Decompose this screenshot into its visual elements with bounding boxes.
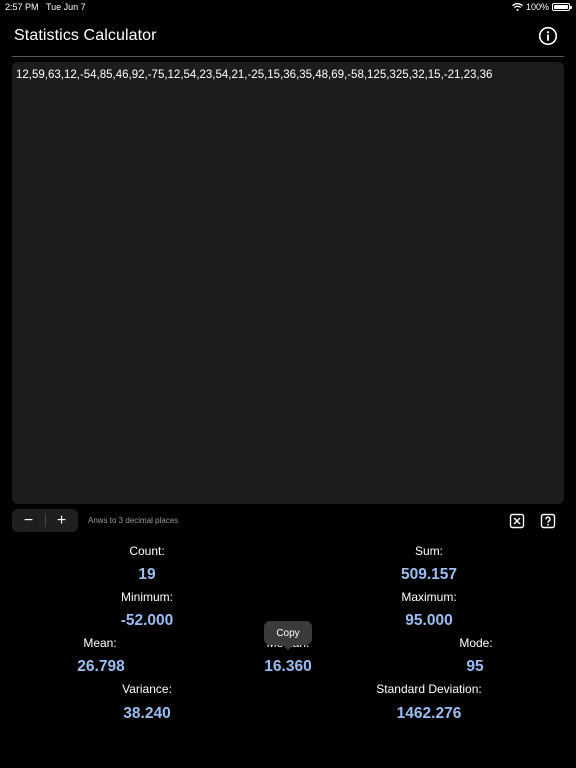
status-date: Tue Jun 7	[46, 2, 86, 12]
status-time: 2:57 PM	[5, 2, 39, 12]
mean-label: Mean:	[83, 636, 117, 650]
copy-tooltip[interactable]: Copy	[264, 621, 312, 645]
header-divider	[12, 56, 564, 57]
decrement-button[interactable]: −	[12, 509, 45, 532]
sum-value[interactable]: 509.157	[401, 566, 457, 584]
help-button[interactable]	[540, 513, 556, 529]
battery-level-fill	[554, 5, 568, 9]
info-button[interactable]	[538, 26, 558, 46]
variance-value[interactable]: 38.240	[123, 705, 170, 723]
maximum-value[interactable]: 95.000	[405, 612, 452, 630]
battery-icon	[552, 3, 572, 11]
battery-percent: 100%	[525, 2, 549, 12]
count-value[interactable]: 19	[138, 566, 155, 584]
page-title: Statistics Calculator	[14, 27, 157, 44]
info-icon	[538, 26, 558, 46]
mean-value[interactable]: 26.798	[77, 658, 124, 676]
question-icon	[540, 513, 556, 529]
status-bar: 2:57 PM Tue Jun 7 100%	[0, 0, 576, 14]
wifi-icon	[512, 3, 523, 11]
std-deviation-label: Standard Deviation:	[376, 682, 482, 696]
minimum-value[interactable]: -52.000	[121, 612, 174, 630]
count-label: Count:	[129, 544, 165, 558]
variance-label: Variance:	[122, 682, 172, 696]
decimal-places-note: Anws to 3 decimal places	[88, 516, 179, 525]
clear-button[interactable]	[509, 513, 525, 529]
median-value[interactable]: 16.360	[264, 658, 311, 676]
copy-tooltip-arrow	[282, 644, 294, 650]
std-deviation-value[interactable]: 1462.276	[397, 705, 462, 723]
increment-button[interactable]: +	[45, 509, 78, 532]
mode-value[interactable]: 95	[466, 658, 483, 676]
status-indicators: 100%	[512, 2, 572, 12]
mode-label: Mode:	[459, 636, 493, 650]
decimal-stepper[interactable]: − +	[12, 509, 78, 532]
copy-tooltip-label[interactable]: Copy	[276, 628, 299, 639]
sum-label: Sum:	[414, 544, 444, 558]
maximum-label: Maximum:	[401, 590, 457, 604]
clear-x-icon	[509, 513, 525, 529]
minimum-label: Minimum:	[120, 590, 174, 604]
data-input-textarea[interactable]: 12,59,63,12,-54,85,46,92,-75,12,54,23,54…	[12, 62, 564, 504]
